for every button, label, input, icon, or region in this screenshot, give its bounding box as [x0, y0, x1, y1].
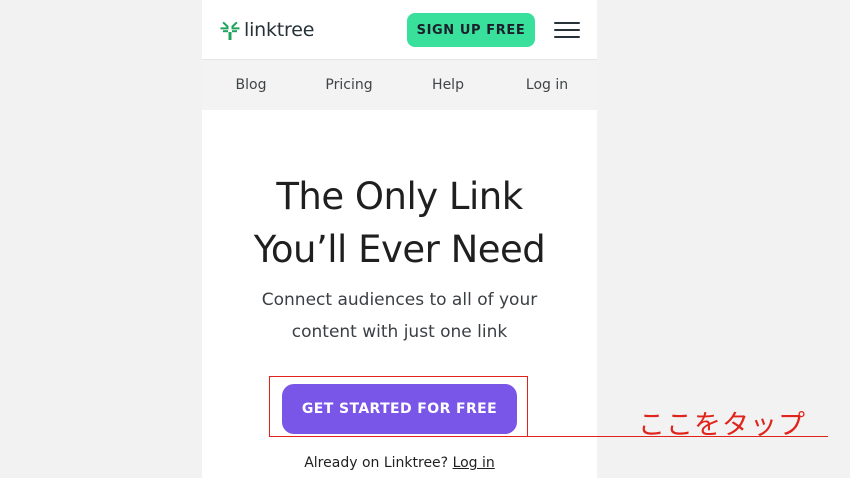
annotation-callout-text: ここをタップ: [638, 410, 806, 441]
linktree-logo-icon: [220, 20, 240, 40]
logo-text: linktree: [244, 19, 315, 41]
hero-subtitle-line: content with just one link: [291, 322, 508, 342]
nav-link-help[interactable]: Help: [432, 60, 464, 110]
nav-link-blog[interactable]: Blog: [236, 60, 267, 110]
nav-link-pricing[interactable]: Pricing: [325, 60, 372, 110]
sign-up-free-button[interactable]: SIGN UP FREE: [407, 13, 535, 47]
hero-title: The Only Link You’ll Ever Need: [202, 170, 597, 276]
hero-subtitle-line: Connect audiences to all of your: [261, 290, 538, 310]
nav-link-log-in[interactable]: Log in: [526, 60, 568, 110]
hamburger-menu-icon[interactable]: [554, 21, 580, 39]
log-in-link[interactable]: Log in: [453, 455, 495, 471]
secondary-nav: Blog Pricing Help Log in: [202, 60, 597, 110]
already-member-text: Already on Linktree? Log in: [202, 455, 597, 471]
already-on-linktree-label: Already on Linktree?: [304, 455, 449, 471]
linktree-logo[interactable]: linktree: [220, 18, 314, 42]
hamburger-line: [554, 29, 580, 31]
hero-title-line: The Only Link: [276, 175, 523, 218]
top-navbar: linktree SIGN UP FREE: [202, 0, 597, 60]
hero-title-line: You’ll Ever Need: [253, 228, 546, 271]
annotation-highlight-box: [269, 376, 528, 437]
hamburger-line: [554, 36, 580, 38]
hero-subtitle: Connect audiences to all of your content…: [202, 284, 597, 348]
hamburger-line: [554, 22, 580, 24]
